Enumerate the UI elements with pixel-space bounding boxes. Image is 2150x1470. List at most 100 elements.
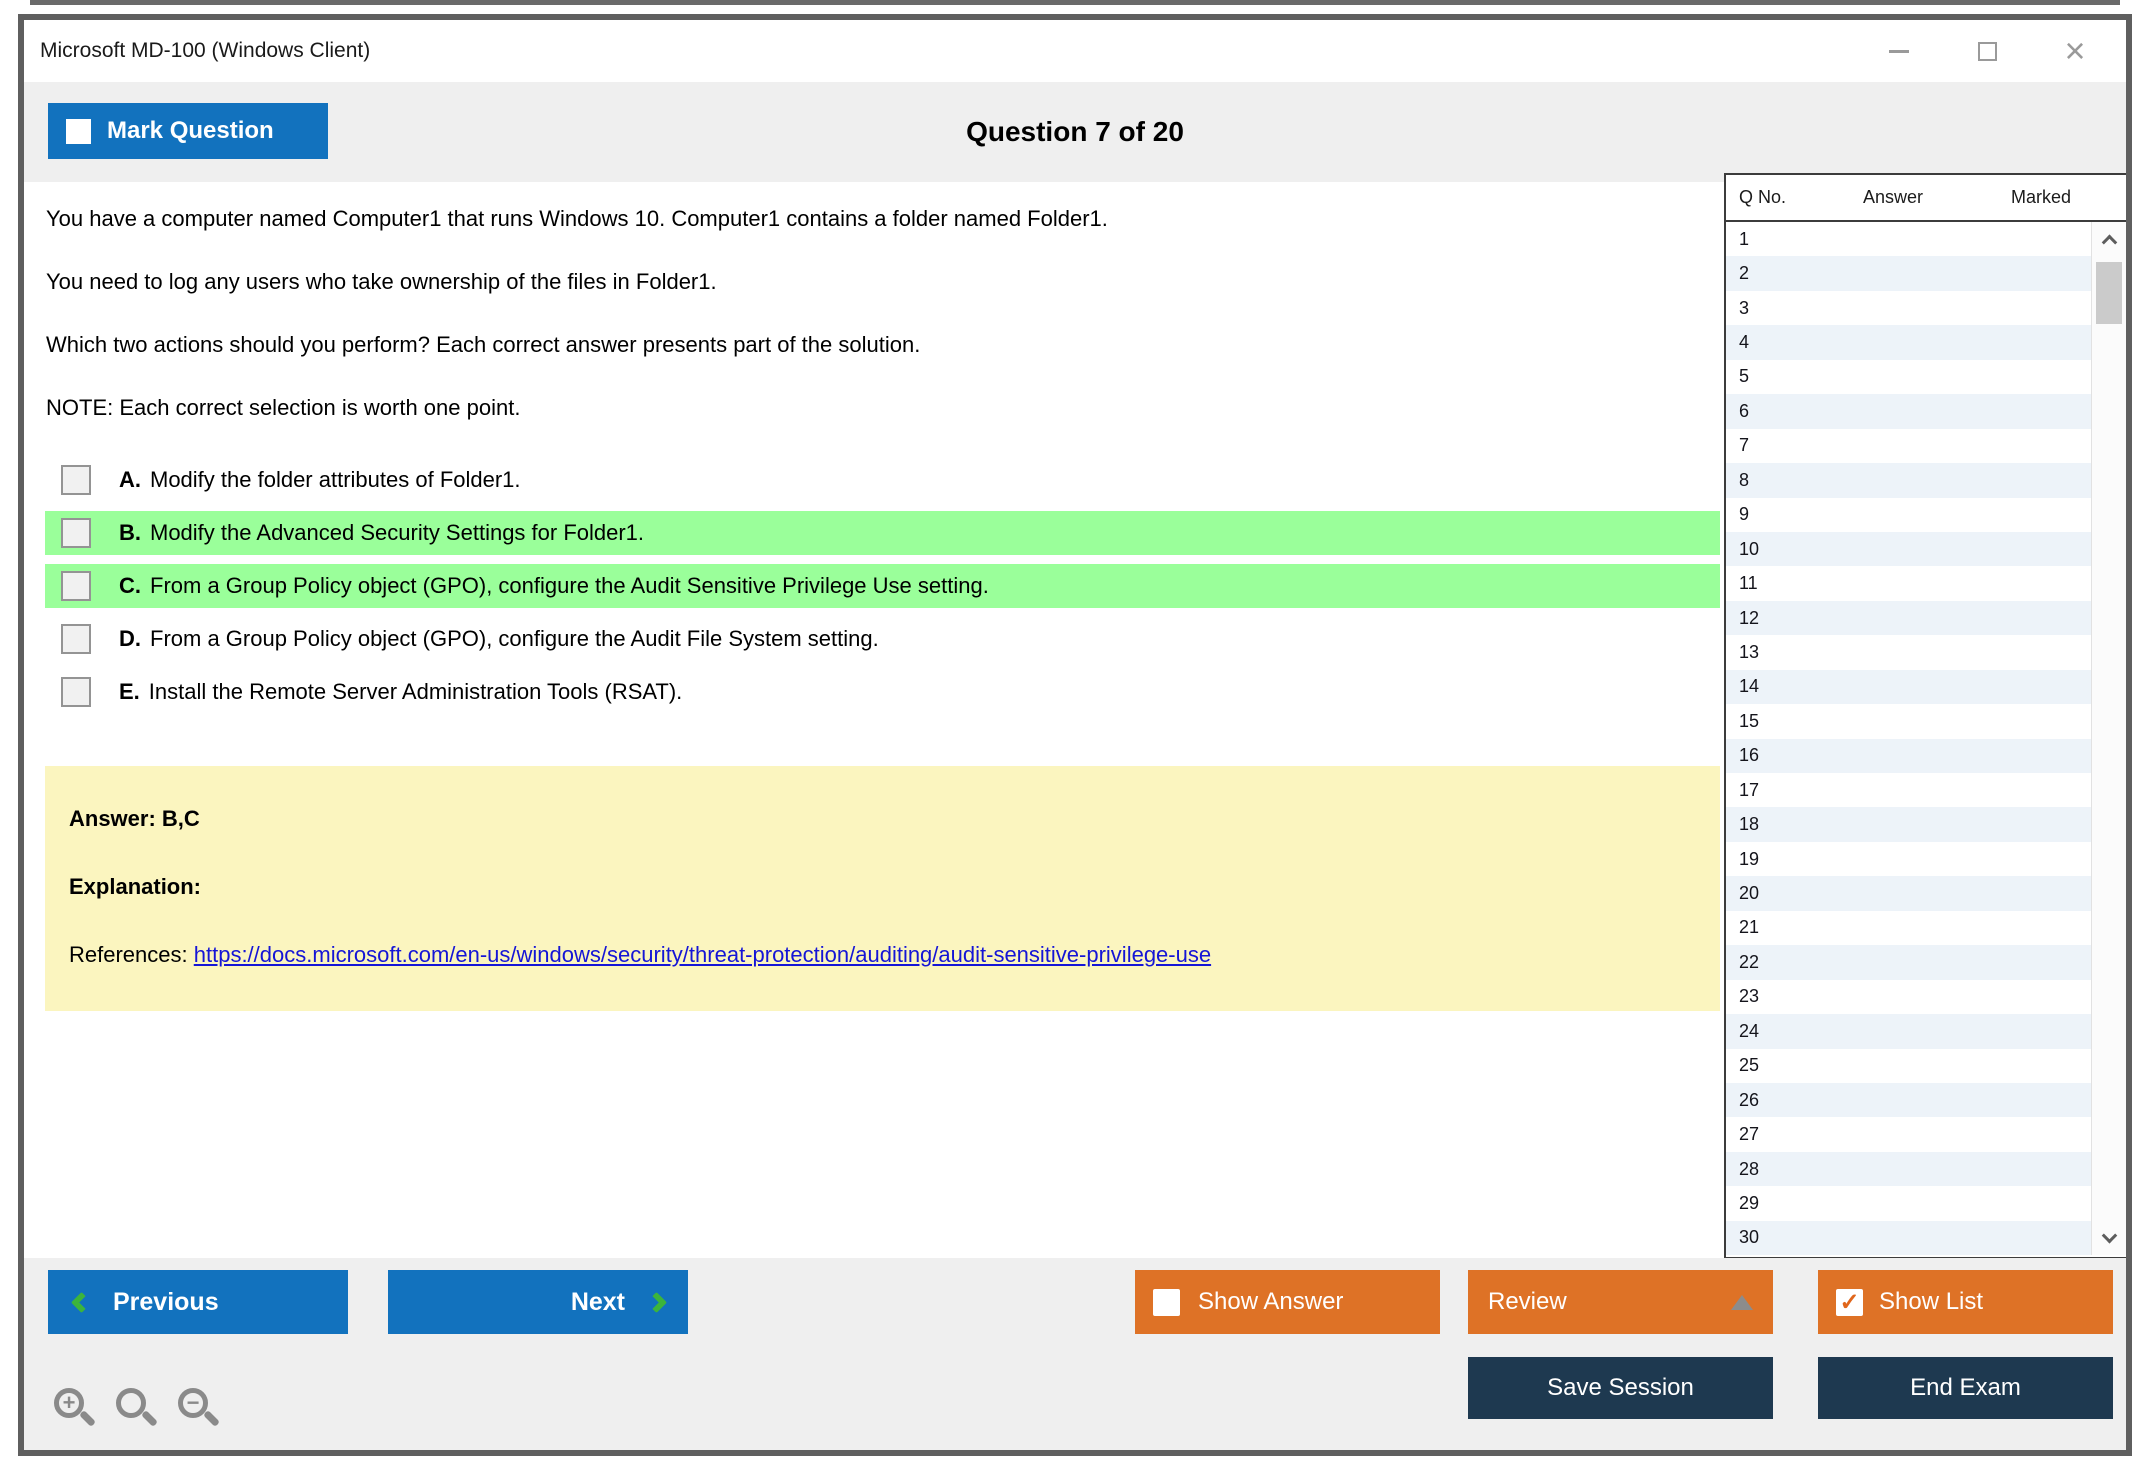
references-label: References: [69,942,188,967]
question-row[interactable]: 20 [1726,876,2091,911]
question-row[interactable]: 11 [1726,566,2091,600]
question-row[interactable]: 4 [1726,325,2091,360]
option-checkbox[interactable] [61,518,91,548]
option-text: From a Group Policy object (GPO), config… [150,573,989,598]
answer-explanation-box: Answer: B,C Explanation: References: htt… [45,766,1720,1011]
show-list-checkbox[interactable] [1836,1288,1863,1316]
column-qno: Q No. [1739,187,1787,207]
question-row[interactable]: 18 [1726,807,2091,842]
question-row[interactable]: 7 [1726,429,2091,463]
references-line: References: https://docs.microsoft.com/e… [69,942,1720,968]
save-session-button[interactable]: Save Session [1468,1357,1773,1419]
zoom-in-icon[interactable]: + [52,1386,96,1432]
option-text: From a Group Policy object (GPO), config… [150,626,879,651]
question-row[interactable]: 21 [1726,911,2091,945]
column-answer: Answer [1862,187,1924,207]
question-list-header: Q No. Answer Marked [1726,173,2126,222]
option-checkbox[interactable] [61,677,91,707]
close-icon[interactable]: × [2060,33,2090,69]
mark-question-checkbox[interactable] [66,118,91,144]
magnifier-icon[interactable] [114,1386,158,1432]
explanation-label: Explanation: [69,874,202,899]
answer-label: Answer: B,C [69,806,200,831]
question-row[interactable]: 26 [1726,1082,2091,1118]
option-letter: D. [119,626,141,651]
question-row[interactable]: 24 [1726,1014,2091,1049]
question-list-scrollbar[interactable] [2091,222,2126,1255]
answer-option-c[interactable]: C. From a Group Policy object (GPO), con… [45,564,1720,608]
question-counter: Question 7 of 20 [966,116,1184,147]
question-row[interactable]: 22 [1726,945,2091,980]
option-text: Modify the folder attributes of Folder1. [150,467,521,492]
title-bar: Microsoft MD-100 (Windows Client) × [24,20,2126,82]
question-row[interactable]: 5 [1726,360,2091,394]
screen-edge-artifact [30,0,2120,5]
option-letter: C. [119,573,141,598]
question-row[interactable]: 23 [1726,980,2091,1014]
options-list: A. Modify the folder attributes of Folde… [45,458,1720,714]
scroll-down-icon[interactable] [2092,1221,2126,1255]
answer-option-a[interactable]: A. Modify the folder attributes of Folde… [45,458,1720,502]
review-label: Review [1488,1288,1567,1315]
question-row[interactable]: 16 [1726,738,2091,773]
end-exam-button[interactable]: End Exam [1818,1357,2113,1419]
question-row[interactable]: 13 [1726,635,2091,669]
answer-option-e[interactable]: E. Install the Remote Server Administrat… [45,670,1720,714]
question-row[interactable]: 17 [1726,773,2091,807]
next-label: Next [570,1287,625,1316]
question-row[interactable]: 14 [1726,669,2091,705]
option-checkbox[interactable] [61,465,91,495]
chevron-left-icon [70,1291,93,1313]
option-checkbox[interactable] [61,571,91,601]
question-row[interactable]: 8 [1726,463,2091,498]
question-row[interactable]: 27 [1726,1117,2091,1151]
option-text: Install the Remote Server Administration… [148,679,683,704]
question-header-band: Question 7 of 20 Mark Question [24,82,2126,182]
answer-option-d[interactable]: D. From a Group Policy object (GPO), con… [45,617,1720,661]
column-marked: Marked [2010,187,2072,207]
maximize-icon[interactable] [1972,36,2002,66]
show-list-button[interactable]: Show List [1818,1270,2113,1334]
minimize-icon[interactable] [1884,36,1914,66]
triangle-up-icon [1731,1294,1753,1310]
option-checkbox[interactable] [61,624,91,654]
previous-button[interactable]: Previous [48,1270,348,1334]
window-title: Microsoft MD-100 (Windows Client) [40,39,371,62]
window-controls: × [1884,20,2126,82]
next-button[interactable]: Next [388,1270,688,1334]
show-answer-checkbox[interactable] [1153,1288,1180,1316]
show-answer-label: Show Answer [1198,1288,1344,1315]
scroll-up-icon[interactable] [2092,222,2126,256]
mark-question-button[interactable]: Mark Question [48,103,328,159]
show-answer-button[interactable]: Show Answer [1135,1270,1440,1334]
option-letter: B. [119,520,141,545]
question-row[interactable]: 10 [1726,531,2091,567]
footer-bar: Previous Next Show Answer Review Show Li… [24,1258,2126,1450]
question-row[interactable]: 29 [1726,1186,2091,1220]
question-list-panel: Q No. Answer Marked 1 2 3 4 5 6 7 8 9 10 11 12 13 14 1… [1724,173,2126,1259]
question-row[interactable]: 9 [1726,498,2091,532]
zoom-out-icon[interactable]: − [176,1386,220,1432]
question-row[interactable]: 6 [1726,394,2091,429]
question-row[interactable]: 15 [1726,704,2091,738]
mark-question-label: Mark Question [107,117,274,144]
question-row[interactable]: 12 [1726,600,2091,636]
question-list-body: 1 2 3 4 5 6 7 8 9 10 11 12 13 14 15 16 17 18 19 20 21 22 23 24 2… [1726,222,2126,1256]
option-text: Modify the Advanced Security Settings fo… [150,520,645,545]
end-exam-label: End Exam [1910,1374,2021,1401]
review-button[interactable]: Review [1468,1270,1773,1334]
question-row[interactable]: 28 [1726,1151,2091,1187]
question-row[interactable]: 2 [1726,256,2091,291]
option-letter: E. [119,679,140,704]
scrollbar-thumb[interactable] [2096,262,2122,324]
reference-link[interactable]: https://docs.microsoft.com/en-us/windows… [194,942,1211,967]
answer-option-b[interactable]: B. Modify the Advanced Security Settings… [45,511,1720,555]
question-row[interactable]: 1 [1726,222,2091,256]
zoom-controls: + − [52,1386,220,1432]
question-rows: 1 2 3 4 5 6 7 8 9 10 11 12 13 14 15 16 17 18 19 20 21 22 23 24 2… [1726,222,2091,1256]
question-row[interactable]: 19 [1726,842,2091,876]
question-content: You have a computer named Computer1 that… [24,173,2126,1259]
question-row[interactable]: 3 [1726,291,2091,325]
question-row[interactable]: 30 [1726,1220,2091,1256]
question-row[interactable]: 25 [1726,1049,2091,1083]
